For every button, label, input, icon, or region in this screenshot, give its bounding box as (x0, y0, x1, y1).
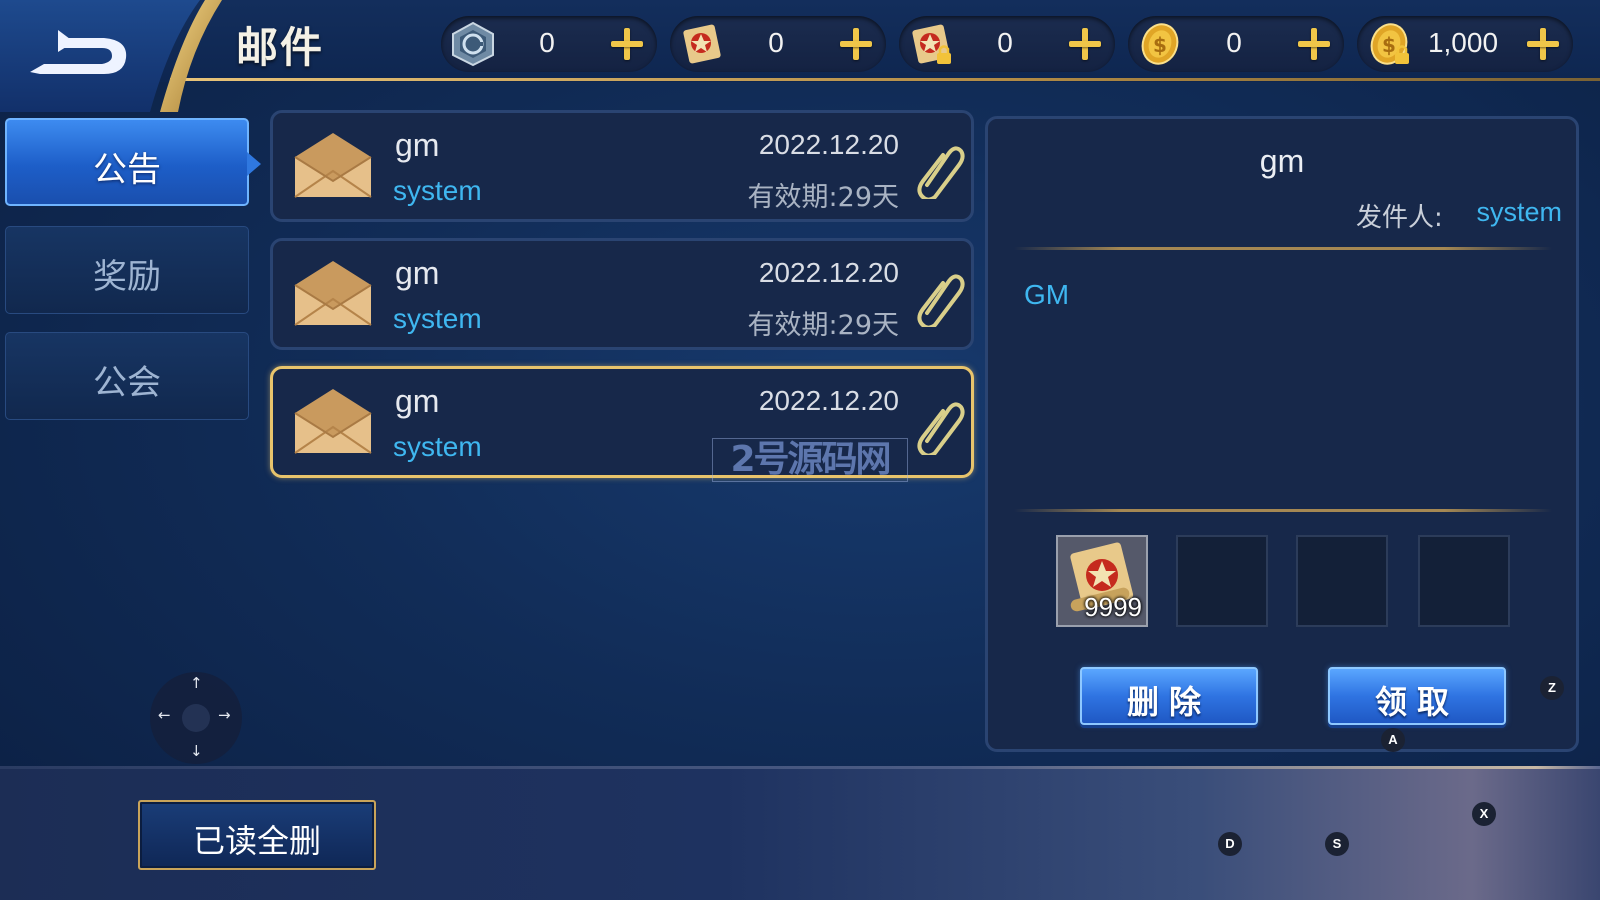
mail-detail-panel: gm 发件人: system GM 9999 删除 领取 (985, 116, 1579, 752)
attachment-clip-icon (917, 274, 965, 327)
add-currency-button[interactable] (1294, 24, 1334, 64)
svg-text:$: $ (1153, 33, 1167, 57)
mail-title: gm (395, 255, 440, 291)
key-hint-z: Z (1540, 676, 1564, 700)
claim-button-label: 领取 (1374, 683, 1459, 721)
mail-sender: system (393, 175, 482, 206)
dpad[interactable]: ↑ ↓ ← → (150, 672, 242, 764)
mail-expiry: 有效期:29天 (747, 182, 899, 213)
delete-button[interactable]: 删除 (1080, 667, 1258, 725)
delete-read-button-label: 已读全删 (192, 822, 321, 860)
detail-body: GM (1024, 279, 1070, 310)
claim-button[interactable]: 领取 (1328, 667, 1506, 725)
top-bar-divider (170, 78, 1600, 81)
attachment-slot[interactable]: 9999 (1056, 535, 1148, 627)
envelope-icon (294, 261, 372, 326)
page-title: 邮件 (236, 23, 325, 72)
mail-sender: system (393, 303, 482, 334)
detail-sender: system (1476, 197, 1562, 227)
gold-coin-icon: $ (1141, 23, 1179, 65)
currency-scroll: 0 (670, 16, 886, 72)
attachment-clip-icon (917, 402, 965, 455)
mail-date: 2022.12.20 (758, 385, 899, 416)
dpad-center (182, 704, 210, 732)
currency-locked-scroll: 0 (899, 16, 1115, 72)
add-currency-button[interactable] (1065, 24, 1105, 64)
svg-text:$: $ (1382, 33, 1396, 57)
mail-date: 2022.12.20 (758, 257, 899, 288)
tab-label: 奖励 (93, 257, 161, 297)
delete-button-label: 删除 (1126, 683, 1211, 721)
currency-value: 0 (1226, 27, 1242, 58)
mail-date: 2022.12.20 (758, 129, 899, 160)
add-currency-button[interactable] (1523, 24, 1563, 64)
attachment-slot-empty (1176, 535, 1268, 627)
tab-announcement[interactable]: 公告 (5, 118, 261, 206)
dpad-left-icon[interactable]: ← (158, 706, 171, 724)
attachment-clip-icon (917, 146, 965, 199)
detail-divider (1014, 509, 1552, 512)
locked-scroll-icon (912, 24, 951, 64)
currency-value: 0 (768, 27, 784, 58)
hex-coin-icon (452, 21, 494, 67)
tab-rewards[interactable]: 奖励 (5, 226, 249, 314)
currency-gold-coin: $ 0 (1128, 16, 1344, 72)
tab-label: 公告 (93, 150, 161, 190)
currency-locked-gold-coin: $ 1,000 (1357, 16, 1573, 72)
key-hint-x: X (1472, 802, 1496, 826)
currency-value: 1,000 (1427, 27, 1499, 58)
detail-divider (1014, 247, 1552, 250)
tab-guild[interactable]: 公会 (5, 332, 249, 420)
scroll-icon (683, 24, 721, 64)
attachment-slot-empty (1296, 535, 1388, 627)
tab-label: 公会 (93, 363, 161, 403)
currency-hex-coin: 0 (441, 16, 657, 72)
delete-read-button[interactable]: 已读全删 (138, 800, 376, 870)
mail-item[interactable]: gm system 2022.12.20 有效期:29天 (270, 110, 974, 222)
currency-value: 0 (997, 27, 1013, 58)
locked-gold-coin-icon: $ (1370, 23, 1409, 65)
detail-title: gm (1259, 143, 1305, 179)
dpad-down-icon[interactable]: ↓ (190, 742, 203, 760)
envelope-icon (294, 389, 372, 454)
attachment-count: 9999 (1084, 592, 1142, 622)
watermark: 2号源码网 (712, 438, 908, 482)
attachment-slot-empty (1418, 535, 1510, 627)
key-hint-a: A (1381, 728, 1405, 752)
mail-title: gm (395, 383, 440, 419)
mail-title: gm (395, 127, 440, 163)
mail-expiry: 有效期:29天 (747, 310, 899, 341)
mail-sender: system (393, 431, 482, 462)
key-hint-d: D (1218, 832, 1242, 856)
back-arrow-icon (0, 0, 222, 112)
add-currency-button[interactable] (607, 24, 647, 64)
currency-value: 0 (539, 27, 555, 58)
mail-item[interactable]: gm system 2022.12.20 有效期:29天 (270, 238, 974, 350)
add-currency-button[interactable] (836, 24, 876, 64)
back-button[interactable] (0, 0, 230, 112)
detail-sender-label: 发件人: (1356, 203, 1443, 233)
envelope-icon (294, 133, 372, 198)
dpad-up-icon[interactable]: ↑ (190, 674, 203, 692)
key-hint-s: S (1325, 832, 1349, 856)
dpad-right-icon[interactable]: → (218, 706, 231, 724)
